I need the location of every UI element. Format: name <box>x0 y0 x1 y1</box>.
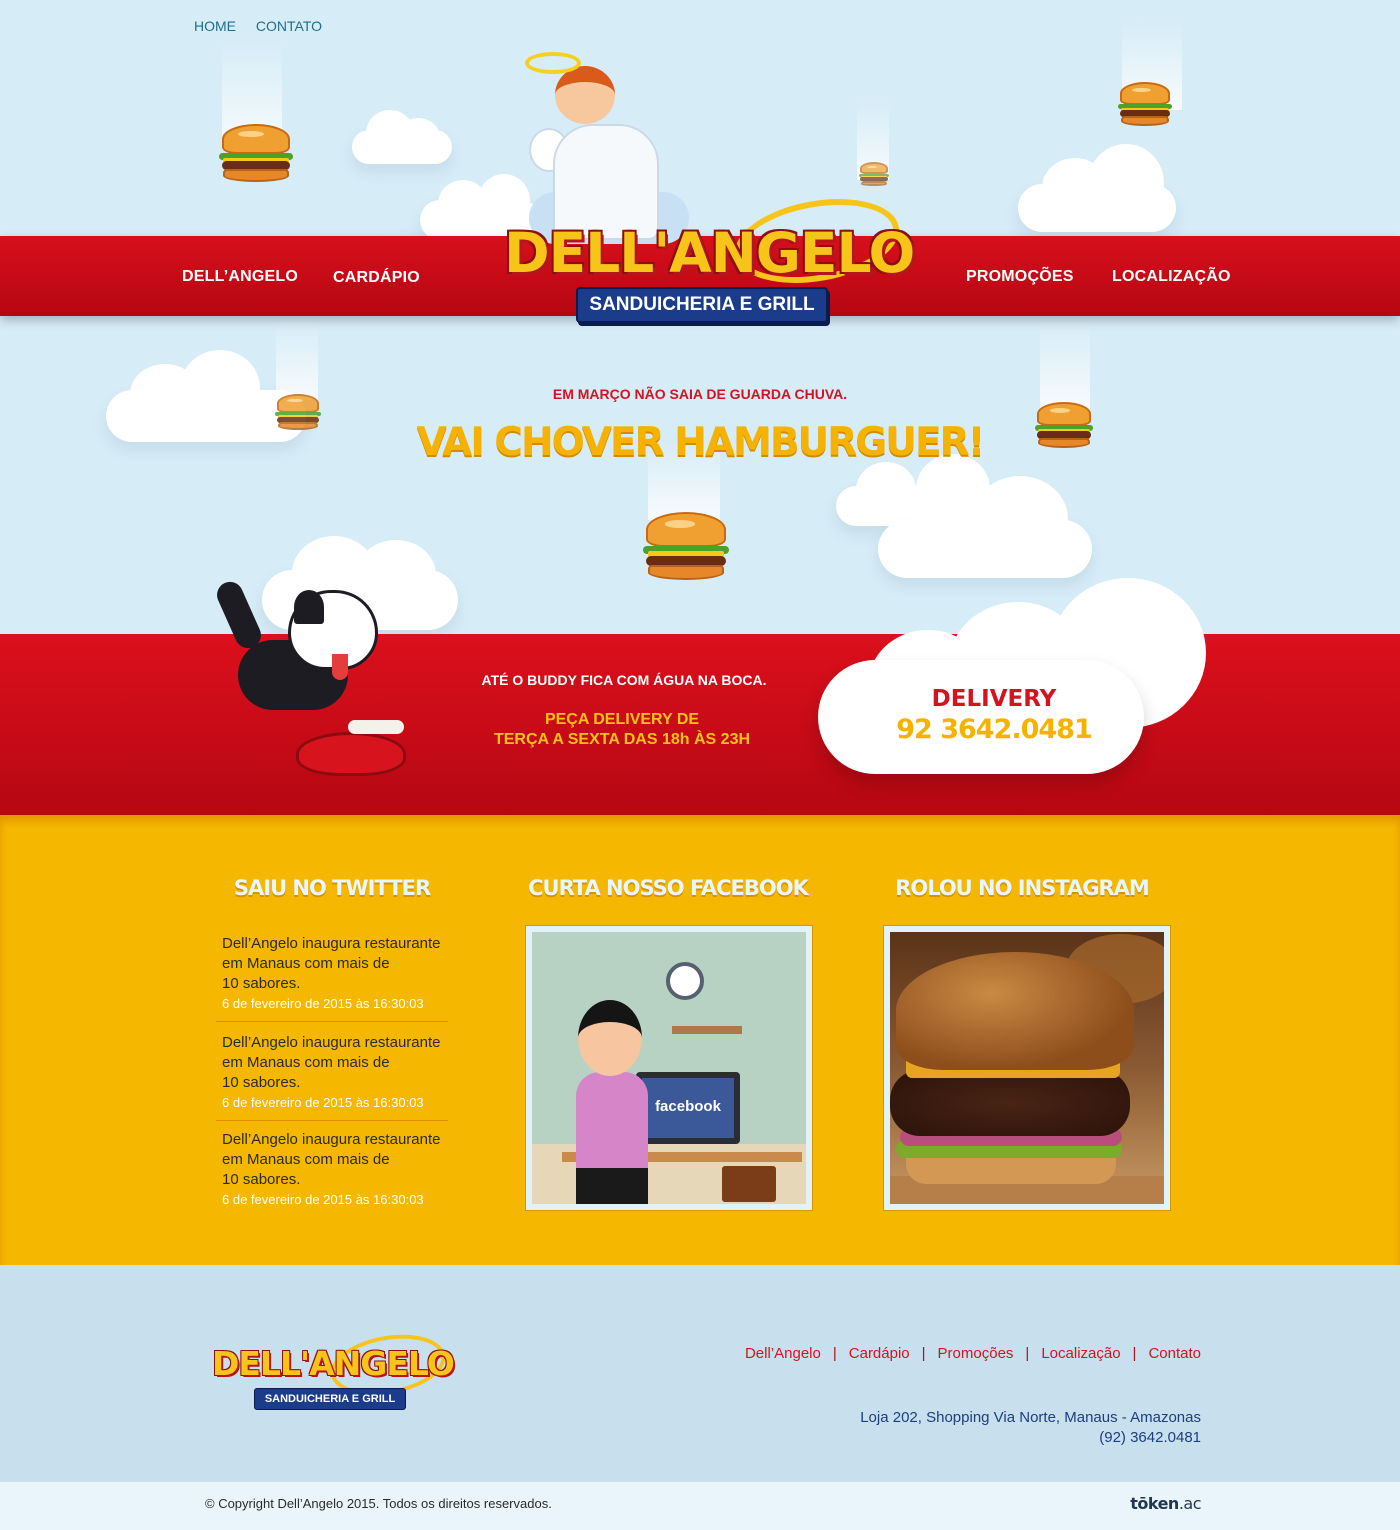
footer-phone: (92) 3642.0481 <box>1099 1429 1201 1446</box>
nav-item-dellangelo[interactable]: DELL’ANGELO <box>182 268 298 286</box>
burger-icon <box>858 162 890 186</box>
buddy-dog-mascot <box>212 560 458 780</box>
twitter-heading: SAIU NO TWITTER <box>233 876 431 900</box>
tweet-date: 6 de fevereiro de 2015 às 16:30:03 <box>222 1192 424 1207</box>
agency-logo-light: .ac <box>1178 1494 1202 1513</box>
tweet-item[interactable]: Dell’Angelo inaugura restaurante em Mana… <box>216 1130 448 1218</box>
hero-kicker: EM MARÇO NÃO SAIA DE GUARDA CHUVA. <box>552 386 848 402</box>
tweet-text: Dell’Angelo inaugura restaurante <box>222 1034 441 1051</box>
facebook-card[interactable]: facebook <box>525 925 813 1211</box>
footer-logo-subtitle: SANDUICHERIA E GRILL <box>254 1388 406 1410</box>
footer-link-promocoes[interactable]: Promoções <box>938 1345 1014 1362</box>
clock-icon <box>666 962 704 1000</box>
tweet-text: Dell’Angelo inaugura restaurante <box>222 935 441 952</box>
instagram-burger-photo <box>890 932 1164 1204</box>
nav-item-cardapio[interactable]: CARDÁPIO <box>333 269 420 287</box>
footer-separator: | <box>921 1345 926 1362</box>
burger-icon <box>1118 82 1172 126</box>
angel-mascot <box>525 52 689 244</box>
footer-link-dellangelo[interactable]: Dell’Angelo <box>745 1345 821 1362</box>
copyright-text: © Copyright Dell’Angelo 2015. Todos os d… <box>205 1496 552 1511</box>
tweet-text: em Manaus com mais de <box>222 1151 390 1168</box>
nav-item-promocoes[interactable]: PROMOÇÕES <box>966 268 1074 286</box>
instagram-heading: ROLOU NO INSTAGRAM <box>895 876 1150 900</box>
burger-icon <box>219 124 293 182</box>
delivery-cloud <box>818 578 1208 778</box>
hero-title: VAI CHOVER HAMBURGUER! <box>416 420 986 465</box>
cloud <box>1018 144 1176 232</box>
delivery-hours-line: TERÇA A SEXTA DAS 18h ÀS 23H <box>493 731 751 748</box>
cloud <box>878 476 1092 578</box>
top-link-home[interactable]: HOME <box>194 18 236 34</box>
address-line: Loja 202, Shopping Via Norte, Manaus - A… <box>860 1409 1201 1426</box>
tweet-text: 10 sabores. <box>222 1074 301 1091</box>
halo-icon <box>525 52 581 74</box>
footer-link-contato[interactable]: Contato <box>1148 1345 1201 1362</box>
monitor-screen: facebook <box>636 1072 740 1144</box>
tweet-date: 6 de fevereiro de 2015 às 16:30:03 <box>222 996 424 1011</box>
tweet-text: em Manaus com mais de <box>222 1054 390 1071</box>
logo-subtitle: SANDUICHERIA E GRILL <box>576 287 828 323</box>
footer-address: Loja 202, Shopping Via Norte, Manaus - A… <box>860 1408 1201 1448</box>
dog-bowl-icon <box>296 732 406 776</box>
footer-separator: | <box>832 1345 837 1362</box>
delivery-label: DELIVERY <box>931 686 1057 712</box>
footer-separator: | <box>1132 1345 1137 1362</box>
buddy-tagline: ATÉ O BUDDY FICA COM ÁGUA NA BOCA. <box>481 672 767 688</box>
footer-logo-wordmark: DELL'ANGELO <box>212 1344 455 1383</box>
bone-icon <box>348 720 404 734</box>
agency-logo[interactable]: tōken.ac <box>1130 1494 1201 1513</box>
facebook-illustration: facebook <box>532 932 806 1204</box>
tweet-text: 10 sabores. <box>222 1171 301 1188</box>
tweet-date: 6 de fevereiro de 2015 às 16:30:03 <box>222 1095 424 1110</box>
agency-logo-bold: tōken <box>1130 1494 1179 1513</box>
footer-separator: | <box>1025 1345 1030 1362</box>
briefcase-icon <box>722 1166 776 1202</box>
delivery-hours: PEÇA DELIVERY DE TERÇA A SEXTA DAS 18h À… <box>424 710 820 750</box>
delivery-hours-line: PEÇA DELIVERY DE <box>544 711 700 728</box>
delivery-phone[interactable]: 92 3642.0481 <box>818 714 1170 745</box>
nav-item-localizacao[interactable]: LOCALIZAÇÃO <box>1112 268 1231 286</box>
facebook-heading: CURTA NOSSO FACEBOOK <box>528 876 809 900</box>
tweet-item[interactable]: Dell’Angelo inaugura restaurante em Mana… <box>216 934 448 1022</box>
footer <box>0 1265 1400 1483</box>
tweet-text: 10 sabores. <box>222 975 301 992</box>
cloud <box>352 110 452 164</box>
footer-link-cardapio[interactable]: Cardápio <box>849 1345 910 1362</box>
logo-wordmark: DELL'ANGELO <box>504 221 915 285</box>
footer-links: Dell’Angelo | Cardápio | Promoções | Localizaç… <box>745 1345 1201 1362</box>
top-links: HOME CONTATO <box>194 18 338 34</box>
brand-logo[interactable]: DELL'ANGELO SANDUICHERIA E GRILL <box>504 187 915 325</box>
tweet-text: em Manaus com mais de <box>222 955 390 972</box>
footer-logo[interactable]: DELL'ANGELO SANDUICHERIA E GRILL <box>212 1326 455 1416</box>
footer-link-localizacao[interactable]: Localização <box>1041 1345 1120 1362</box>
top-link-contato[interactable]: CONTATO <box>256 18 322 34</box>
tweet-text: Dell’Angelo inaugura restaurante <box>222 1131 441 1148</box>
instagram-card[interactable] <box>883 925 1171 1211</box>
burger-icon <box>642 512 730 580</box>
tweet-item[interactable]: Dell’Angelo inaugura restaurante em Mana… <box>216 1033 448 1121</box>
